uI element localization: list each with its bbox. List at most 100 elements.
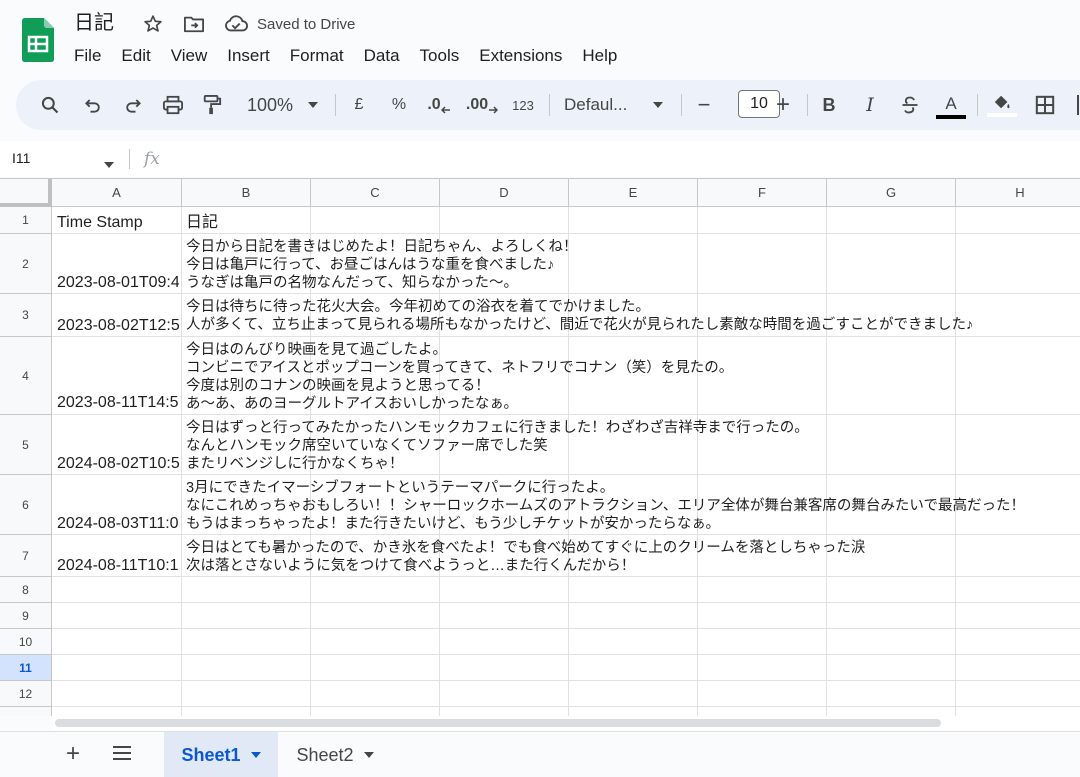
scrollbar-thumb[interactable] (55, 719, 941, 727)
increase-font-size-button[interactable]: + (772, 80, 794, 130)
row-header-5[interactable]: 5 (0, 415, 52, 475)
gridline (52, 414, 1080, 415)
decrease-decimal-button[interactable]: .0 (424, 80, 454, 130)
toolbar-separator (977, 94, 978, 116)
font-family-select[interactable]: Defaul... (564, 80, 638, 130)
font-dropdown-icon[interactable] (649, 80, 667, 130)
bold-button[interactable]: B (817, 80, 841, 130)
column-header-e[interactable]: E (569, 179, 698, 207)
column-header-a[interactable]: A (52, 179, 182, 207)
menu-data[interactable]: Data (354, 44, 410, 68)
print-icon[interactable] (159, 80, 187, 130)
row-header-7[interactable]: 7 (0, 535, 52, 577)
cell-b7[interactable]: 今日はとても暑かったので、かき氷を食べたよ！でも食べ始めてすぐに上のクリームを落… (186, 539, 1080, 575)
row-header-9[interactable]: 9 (0, 603, 52, 629)
format-currency-button[interactable]: £ (347, 80, 371, 130)
diary-line: 3月にできたイマーシブフォートというテーマパークに行ったよ。 (186, 480, 615, 496)
search-menus-icon[interactable] (36, 80, 64, 130)
diary-line: 今日はずっと行ってみたかったハンモックカフェに行きました！わざわざ吉祥寺まで行っ… (186, 420, 809, 436)
diary-line: 今日はのんびり映画を見て過ごしたよ。 (186, 342, 447, 358)
move-folder-icon[interactable] (183, 13, 205, 35)
row-header-2[interactable]: 2 (0, 234, 52, 294)
cell-b2[interactable]: 今日から日記を書きはじめたよ！日記ちゃん、よろしくね！ 今日は亀戸に行って、お昼… (186, 238, 1080, 292)
cell-a5[interactable]: 2024-08-02T10:5 (57, 454, 179, 473)
cell-b6[interactable]: 3月にできたイマーシブフォートというテーマパークに行ったよ。 なにこれめっちゃお… (186, 479, 1080, 533)
cell-b5[interactable]: 今日はずっと行ってみたかったハンモックカフェに行きました！わざわざ吉祥寺まで行っ… (186, 419, 1080, 473)
menu-format[interactable]: Format (280, 44, 354, 68)
column-header-g[interactable]: G (827, 179, 956, 207)
fill-color-icon[interactable] (986, 80, 1018, 130)
redo-icon[interactable] (119, 80, 147, 130)
column-header-h[interactable]: H (956, 179, 1080, 207)
sheet-tab-sheet2[interactable]: Sheet2 (280, 732, 390, 777)
more-formats-button[interactable]: 123 (508, 80, 538, 130)
cell-b3[interactable]: 今日は待ちに待った花火大会。今年初めての浴衣を着てでかけました。 人が多くて、立… (186, 298, 1080, 334)
gridline (52, 680, 1080, 681)
increase-decimal-button[interactable]: .00 (465, 80, 499, 130)
menu-edit[interactable]: Edit (111, 44, 160, 68)
menu-tools[interactable]: Tools (410, 44, 470, 68)
name-box-dropdown-icon[interactable] (104, 155, 114, 173)
document-title[interactable]: 日記 (74, 10, 114, 36)
column-header-b[interactable]: B (182, 179, 311, 207)
column-header-f[interactable]: F (698, 179, 827, 207)
cell-a7[interactable]: 2024-08-11T10:1 (57, 556, 179, 575)
merge-cells-icon[interactable] (1072, 80, 1080, 130)
name-box[interactable]: I11 (12, 150, 30, 166)
cell-b4[interactable]: 今日はのんびり映画を見て過ごしたよ。 コンビニでアイスとポップコーンを買ってきて… (186, 341, 1080, 413)
cell-a3[interactable]: 2023-08-02T12:5 (57, 316, 179, 335)
row-header-12[interactable]: 12 (0, 681, 52, 707)
star-icon[interactable] (142, 13, 164, 35)
cell-b1[interactable]: 日記 (186, 213, 1080, 232)
zoom-dropdown-icon[interactable] (304, 80, 322, 130)
row-header-11[interactable]: 11 (0, 655, 52, 681)
menu-help[interactable]: Help (572, 44, 627, 68)
diary-line: 今日はとても暑かったので、かき氷を食べたよ！でも食べ始めてすぐに上のクリームを落… (186, 540, 866, 556)
decrease-font-size-button[interactable]: − (693, 80, 715, 130)
column-header-d[interactable]: D (440, 179, 569, 207)
select-all-corner[interactable] (0, 179, 52, 207)
borders-icon[interactable] (1032, 80, 1058, 130)
row-header-8[interactable]: 8 (0, 577, 52, 603)
diary-line: 次は落とさないように気をつけて食べようっと…また行くんだから！ (186, 558, 636, 574)
gridline (52, 576, 1080, 577)
strikethrough-icon[interactable] (898, 80, 922, 130)
cell-a6[interactable]: 2024-08-03T11:0 (57, 514, 179, 533)
menu-insert[interactable]: Insert (217, 44, 280, 68)
sheet-tab-sheet1[interactable]: Sheet1 (164, 732, 278, 777)
undo-icon[interactable] (79, 80, 107, 130)
row-header-1[interactable]: 1 (0, 207, 52, 234)
add-sheet-button[interactable]: + (62, 740, 84, 767)
row-header-3[interactable]: 3 (0, 294, 52, 337)
diary-line: なにこれめっちゃおもしろい！！シャーロックホームズのアトラクション、エリア全体が… (186, 498, 1025, 514)
gridline (52, 654, 1080, 655)
all-sheets-menu-icon[interactable] (112, 744, 132, 767)
format-percent-button[interactable]: % (387, 80, 411, 130)
chevron-down-icon (363, 752, 374, 758)
increase-decimal-label: .00 (465, 96, 489, 113)
cell-a2[interactable]: 2023-08-01T09:4 (57, 273, 179, 292)
toolbar-separator (335, 94, 336, 116)
cloud-saved-icon[interactable] (224, 13, 248, 35)
text-color-button[interactable]: A (936, 80, 966, 130)
row-header-13[interactable] (0, 707, 52, 716)
row-header-4[interactable]: 4 (0, 337, 52, 415)
row-header-6[interactable]: 6 (0, 475, 52, 535)
zoom-value[interactable]: 100% (241, 80, 299, 130)
menu-extensions[interactable]: Extensions (469, 44, 572, 68)
menu-file[interactable]: File (64, 44, 111, 68)
toolbar-separator (681, 94, 682, 116)
menu-bar: File Edit View Insert Format Data Tools … (64, 44, 627, 68)
column-header-c[interactable]: C (311, 179, 440, 207)
italic-button[interactable]: I (858, 80, 882, 130)
paint-format-icon[interactable] (198, 80, 226, 130)
diary-line: 今日は待ちに待った花火大会。今年初めての浴衣を着てでかけました。 (186, 299, 650, 315)
menu-view[interactable]: View (161, 44, 218, 68)
row-header-10[interactable]: 10 (0, 629, 52, 655)
diary-line: またリベンジしに行かなくちゃ！ (186, 456, 404, 472)
sheets-logo-icon[interactable] (22, 18, 54, 62)
cell-a4[interactable]: 2023-08-11T14:5 (57, 393, 179, 412)
cell-a1[interactable]: Time Stamp (57, 213, 179, 232)
spreadsheet-grid[interactable]: A B C D E F G H 1 2 3 4 5 6 7 8 9 10 11 … (0, 178, 1080, 716)
horizontal-scrollbar[interactable] (52, 716, 1080, 730)
